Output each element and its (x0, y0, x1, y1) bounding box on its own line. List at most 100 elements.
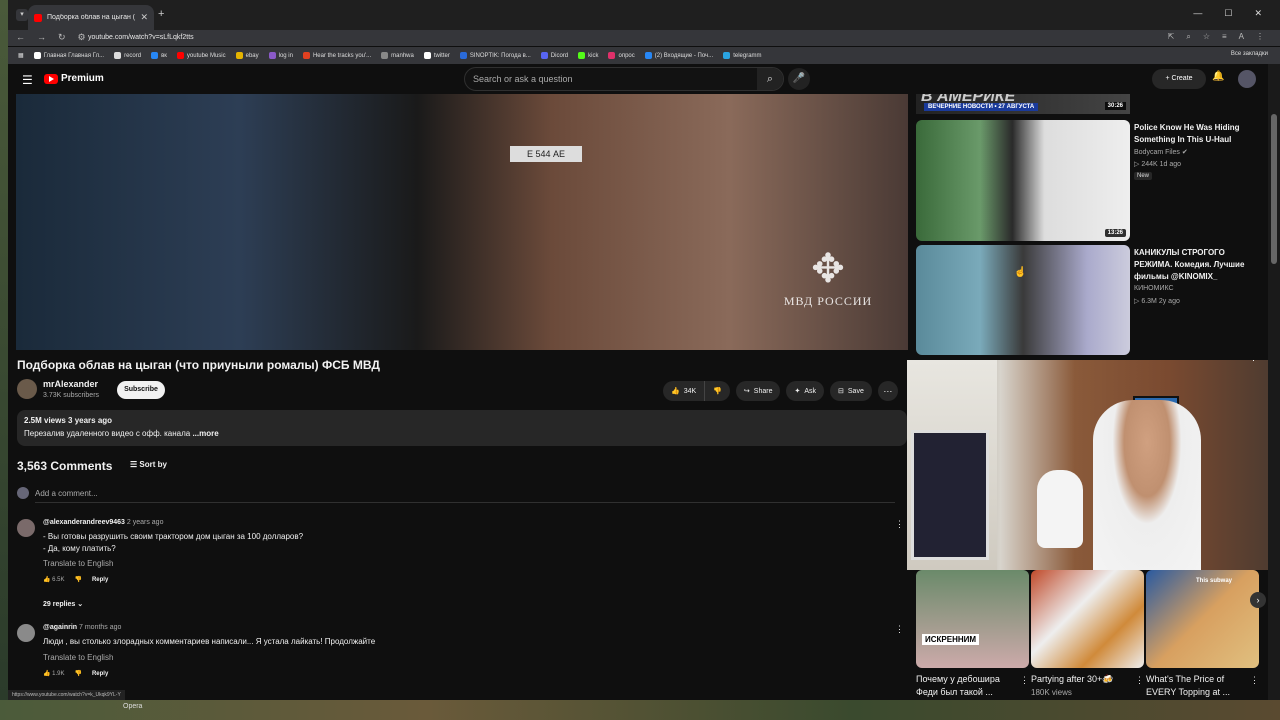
bookmark-item[interactable]: Dicord (540, 52, 568, 59)
profile-icon[interactable]: A (1239, 32, 1244, 42)
page-scrollbar[interactable] (1268, 64, 1280, 700)
short-title[interactable]: Partying after 30+🍻 (1031, 673, 1135, 686)
bookmark-item[interactable]: log in (268, 52, 293, 59)
bookmark-item[interactable]: ebay (235, 52, 259, 59)
sort-by-button[interactable]: ☰ Sort by (130, 460, 167, 469)
tab-search-button[interactable]: ▾ (16, 9, 28, 21)
short-item[interactable]: This subway What's The Price of EVERY To… (1146, 570, 1259, 700)
comment-dislike-button[interactable]: 👎 (74, 576, 81, 583)
bookmark-item[interactable]: Hear the tracks you'... (302, 52, 371, 59)
recommendation-item[interactable]: КАНИКУЛЫ СТРОГОГО РЕЖИМА. Комедия. Лучши… (916, 245, 1260, 360)
recommendation-channel[interactable]: КИНОМИКС (1134, 285, 1174, 292)
more-link[interactable]: ...more (192, 429, 218, 438)
bookmark-item[interactable]: twitter (423, 52, 450, 59)
all-bookmarks[interactable]: Все закладки (1231, 51, 1268, 57)
mic-icon[interactable]: 🎤 (788, 68, 810, 90)
short-item[interactable]: ИСКРЕННИМ Почему у дебошира Феди был так… (916, 570, 1029, 700)
share-button[interactable]: ↪ Share (735, 381, 781, 401)
pip-menu-icon[interactable]: ⋮ (1249, 360, 1258, 363)
new-tab-button[interactable]: + (158, 8, 164, 20)
open-in-app-icon[interactable]: ⇱ (1168, 32, 1175, 42)
commenter-avatar[interactable] (17, 624, 35, 642)
description-box[interactable]: 2.5M views 3 years ago Перезалив удаленн… (17, 410, 907, 446)
picture-in-picture-video[interactable]: ⋮ (907, 360, 1280, 570)
short-menu-icon[interactable]: ⋮ (1020, 675, 1029, 686)
create-button[interactable]: + Create (1152, 69, 1206, 89)
apps-icon[interactable]: ▦ (18, 52, 24, 59)
comment-menu-icon[interactable]: ⋮ (895, 624, 904, 635)
bookmark-item[interactable]: опрос (608, 52, 635, 59)
short-title[interactable]: Почему у дебошира Феди был такой ... (916, 673, 1020, 699)
short-thumbnail[interactable]: ИСКРЕННИМ (916, 570, 1029, 668)
more-actions-icon[interactable]: ⋯ (877, 381, 898, 401)
short-thumbnail[interactable] (1031, 570, 1144, 668)
bookmark-item[interactable]: Главная Главная Гл... (33, 52, 104, 59)
view-replies-button[interactable]: 29 replies ⌄ (43, 600, 83, 608)
bookmark-item[interactable]: manhwa (381, 52, 414, 59)
reply-button[interactable]: Reply (92, 671, 108, 677)
comment-dislike-button[interactable]: 👎 (74, 670, 81, 677)
comment-author[interactable]: @alexanderandreev9463 2 years ago (43, 519, 163, 526)
tab-close-icon[interactable]: ✕ (140, 12, 148, 23)
like-button[interactable]: 👍 34K (663, 381, 706, 401)
notifications-bell-icon[interactable]: 🔔 (1212, 71, 1224, 82)
youtube-logo[interactable]: Premium (44, 73, 104, 84)
site-info-icon[interactable]: ⚙ (78, 32, 86, 43)
commenter-avatar[interactable] (17, 519, 35, 537)
subscribe-button[interactable]: Subscribe (117, 381, 165, 399)
short-menu-icon[interactable]: ⋮ (1250, 675, 1259, 686)
short-menu-icon[interactable]: ⋮ (1135, 675, 1144, 686)
comment-author[interactable]: @againrin 7 months ago (43, 624, 121, 631)
recommendation-channel[interactable]: Bodycam Files ✔ (1134, 148, 1188, 156)
bookmark-item[interactable]: (2) Входящие - Поч... (644, 52, 713, 59)
add-comment-input[interactable]: Add a comment... (35, 489, 895, 503)
forward-icon[interactable]: → (37, 32, 46, 43)
recommendation-title[interactable]: Police Know He Was Hiding Something In T… (1134, 122, 1256, 146)
shorts-next-icon[interactable]: › (1250, 592, 1266, 608)
bookmark-item[interactable]: kick (578, 52, 598, 59)
recommendation-thumbnail-partial[interactable]: В АМЕРИКЕ ВЕЧЕРНИЕ НОВОСТИ • 27 АВГУСТА … (916, 94, 1130, 114)
bookmark-item[interactable]: вк (151, 52, 167, 59)
short-thumbnail[interactable]: This subway (1146, 570, 1259, 668)
video-player[interactable]: Е 544 АЕ ✥ МВД РОССИИ (16, 94, 908, 350)
zoom-icon[interactable]: ⌕ (1186, 32, 1190, 42)
save-button[interactable]: ⊟ Save (830, 381, 872, 401)
dislike-button[interactable]: 👎 (705, 381, 730, 401)
recommendation-thumbnail[interactable] (916, 245, 1130, 355)
comment-like-button[interactable]: 👍 6.5K (43, 576, 64, 583)
short-item[interactable]: Partying after 30+🍻 180K views ⋮ (1031, 570, 1144, 700)
hamburger-menu-icon[interactable]: ☰ (22, 73, 33, 87)
translate-link[interactable]: Translate to English (43, 559, 113, 568)
bookmark-item[interactable]: youtube Music (176, 52, 226, 59)
scrollbar-thumb[interactable] (1271, 114, 1277, 264)
reload-icon[interactable]: ↻ (58, 32, 66, 43)
bookmark-item[interactable]: telegramm (723, 52, 762, 59)
recommendation-item[interactable]: 13:26 Police Know He Was Hiding Somethin… (916, 120, 1260, 242)
account-avatar[interactable] (1238, 70, 1256, 88)
recommendation-title[interactable]: КАНИКУЛЫ СТРОГОГО РЕЖИМА. Комедия. Лучши… (1134, 247, 1256, 283)
minimize-button[interactable]: — (1193, 8, 1202, 19)
bookmark-item[interactable]: SINOPTIK: Погода в... (459, 52, 531, 59)
translate-link[interactable]: Translate to English (43, 653, 113, 662)
bookmark-item[interactable]: record (114, 52, 141, 59)
ask-button[interactable]: ✦ Ask (786, 381, 825, 401)
search-box[interactable]: Search or ask a question ⌕ (464, 67, 784, 91)
channel-avatar[interactable] (17, 379, 37, 399)
reply-button[interactable]: Reply (92, 577, 108, 583)
extensions-icon[interactable]: ≡ (1222, 32, 1227, 42)
recommendation-thumbnail[interactable]: 13:26 (916, 120, 1130, 241)
back-icon[interactable]: ← (16, 32, 25, 43)
search-input[interactable]: Search or ask a question (473, 74, 573, 84)
maximize-button[interactable]: ☐ (1224, 8, 1232, 19)
comment-text: Люди , вы столько злорадных комментариев… (43, 637, 376, 646)
channel-name[interactable]: mrAlexander (43, 379, 98, 389)
bookmark-star-icon[interactable]: ☆ (1203, 32, 1210, 42)
tab-active[interactable]: Подборка облав на цыган (ч ✕ (28, 5, 154, 30)
url-field[interactable]: youtube.com/watch?v=sLfLqkf2tts (88, 31, 1088, 45)
close-window-button[interactable]: ✕ (1254, 8, 1262, 19)
short-title[interactable]: What's The Price of EVERY Topping at ... (1146, 673, 1250, 699)
comment-menu-icon[interactable]: ⋮ (895, 519, 904, 530)
search-icon[interactable]: ⌕ (757, 68, 783, 90)
comment-like-button[interactable]: 👍 1.9K (43, 670, 64, 677)
menu-icon[interactable]: ⋮ (1256, 32, 1264, 42)
